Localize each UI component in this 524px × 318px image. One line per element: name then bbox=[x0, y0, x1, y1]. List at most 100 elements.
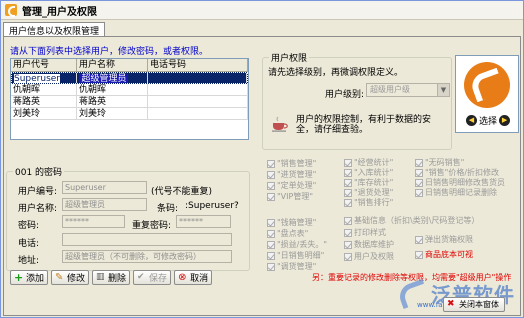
user-code-field[interactable]: Superuser bbox=[62, 181, 147, 194]
table-row[interactable]: 刘美玲 刘美玲 bbox=[11, 108, 248, 120]
checkbox[interactable] bbox=[344, 240, 352, 249]
perm-checkbox[interactable]: "VIP管理" bbox=[267, 191, 313, 202]
tea-cup-icon bbox=[272, 116, 288, 132]
app-icon bbox=[5, 4, 17, 17]
perm-checkbox[interactable]: "销售排行" bbox=[344, 197, 393, 208]
add-button[interactable]: + 添加 bbox=[10, 270, 49, 285]
cell-name: 仇朝晖 bbox=[77, 84, 148, 95]
column-header-name[interactable]: 用户名称 bbox=[77, 59, 148, 71]
password-group-title: 001 的密码 bbox=[13, 165, 65, 178]
checkbox[interactable] bbox=[267, 240, 275, 249]
barcode-value: :Superuser? bbox=[185, 201, 239, 211]
tea-notice: 用户的权限控制，有利于数据的安全，请仔细查验。 bbox=[296, 115, 432, 135]
trash-icon: ▥ bbox=[96, 272, 105, 282]
perm-checkbox[interactable]: "调货管理" bbox=[267, 261, 316, 272]
perm-checkbox[interactable]: "进货管理" bbox=[267, 169, 316, 180]
checkbox[interactable] bbox=[415, 158, 423, 167]
user-code-note: (代号不能重复) bbox=[151, 187, 213, 197]
checkbox[interactable] bbox=[415, 250, 423, 259]
check-icon: ✔ bbox=[137, 272, 145, 282]
checkbox[interactable] bbox=[267, 170, 275, 179]
password-label: 密码: bbox=[18, 221, 40, 231]
cancel-icon: ⊗ bbox=[178, 272, 187, 283]
checkbox[interactable] bbox=[267, 262, 275, 271]
checkbox[interactable] bbox=[344, 168, 352, 177]
avatar-chooser: ◀ 选择 ▶ bbox=[464, 114, 512, 127]
chevron-down-icon[interactable]: ▼ bbox=[437, 84, 449, 96]
user-table[interactable]: 用户代号 用户名称 电话号码 Superuser 超级管理员 仇朝晖 仇朝晖 蒋… bbox=[10, 58, 249, 140]
perm-checkbox[interactable]: "销售管理" bbox=[267, 158, 316, 169]
table-header: 用户代号 用户名称 电话号码 bbox=[11, 59, 248, 72]
cell-name: 超级管理员 bbox=[77, 73, 148, 83]
checkbox[interactable] bbox=[415, 178, 423, 187]
cell-phone bbox=[148, 96, 248, 107]
close-icon: ✖ bbox=[447, 299, 455, 309]
previous-arrow-icon[interactable]: ◀ bbox=[466, 115, 477, 126]
address-field[interactable]: 超级管理员（不可删除，可修改密码） bbox=[62, 250, 232, 263]
checkbox[interactable] bbox=[344, 158, 352, 167]
table-row[interactable]: 仇朝晖 仇朝晖 bbox=[11, 84, 248, 96]
cell-code: 仇朝晖 bbox=[11, 84, 77, 95]
perm-checkbox[interactable]: 基础信息（折扣\类别\尺码登记等） bbox=[344, 215, 479, 226]
checkbox[interactable] bbox=[344, 228, 352, 237]
user-name-label: 用户名称: bbox=[18, 204, 58, 214]
checkbox[interactable] bbox=[267, 218, 275, 227]
column-header-phone[interactable]: 电话号码 bbox=[148, 59, 248, 71]
table-row[interactable]: Superuser 超级管理员 bbox=[11, 72, 248, 84]
perm-checkbox[interactable]: 商品底本可视 bbox=[415, 249, 473, 260]
perm-checkbox[interactable]: 弹出货箱权限 bbox=[415, 234, 473, 245]
user-code-label: 用户编号: bbox=[18, 187, 58, 197]
tab-user-permissions[interactable]: 用户信息以及权限管理 bbox=[3, 22, 106, 37]
checkbox[interactable] bbox=[344, 178, 352, 187]
level-select[interactable]: 超级用户级 ▼ bbox=[366, 83, 450, 97]
delete-button[interactable]: ▥ 删除 bbox=[92, 270, 131, 285]
level-label: 用户级别: bbox=[325, 90, 365, 100]
level-hint: 请先选择级别，再微调权限定义。 bbox=[268, 68, 404, 78]
checkbox[interactable] bbox=[267, 181, 275, 190]
address-label: 地址: bbox=[18, 256, 40, 266]
action-buttons: + 添加 ✎ 修改 ▥ 删除 ✔ 保存 ⊗ 取消 bbox=[10, 270, 215, 285]
checkbox[interactable] bbox=[415, 168, 423, 177]
checkbox[interactable] bbox=[344, 216, 352, 225]
cell-phone bbox=[148, 73, 248, 83]
pencil-icon: ✎ bbox=[55, 272, 64, 283]
perm-checkbox[interactable]: "定单处理" bbox=[267, 180, 316, 191]
perm-checkbox[interactable]: 数据库维护 bbox=[344, 239, 394, 250]
checkbox[interactable] bbox=[267, 251, 275, 260]
cancel-button[interactable]: ⊗ 取消 bbox=[174, 270, 213, 285]
perm-checkbox[interactable]: "日销售明细" bbox=[267, 250, 324, 261]
close-window-button[interactable]: ✖ 关闭本窗体 bbox=[443, 297, 505, 312]
checkbox[interactable] bbox=[344, 198, 352, 207]
next-arrow-icon[interactable]: ▶ bbox=[499, 115, 511, 126]
checkbox[interactable] bbox=[415, 188, 423, 197]
user-name-field[interactable]: 超级管理员 bbox=[62, 198, 147, 211]
perm-checkbox[interactable]: 用户及权限 bbox=[344, 251, 394, 262]
checkbox[interactable] bbox=[267, 229, 275, 238]
cell-code: Superuser bbox=[12, 73, 78, 83]
app-window: 管理_用户及权限 用户信息以及权限管理 请从下面列表中选择用户，修改密码，或者权… bbox=[0, 0, 524, 318]
table-row[interactable]: 蒋路英 蒋路英 bbox=[11, 96, 248, 108]
perm-checkbox[interactable]: "钱箱管理" bbox=[267, 217, 316, 228]
instruction-text: 请从下面列表中选择用户，修改密码，或者权限。 bbox=[10, 47, 209, 57]
cell-name: 蒋路英 bbox=[77, 96, 148, 107]
user-avatar-box: ◀ 选择 ▶ bbox=[455, 55, 519, 133]
window-title: 管理_用户及权限 bbox=[22, 6, 97, 18]
checkbox[interactable] bbox=[267, 192, 275, 201]
cell-code: 蒋路英 bbox=[11, 96, 77, 107]
perm-checkbox[interactable]: "盘点表" bbox=[267, 228, 308, 239]
checkbox[interactable] bbox=[344, 188, 352, 197]
title-bar: 管理_用户及权限 bbox=[1, 1, 523, 20]
checkbox[interactable] bbox=[267, 159, 275, 168]
phone-field[interactable] bbox=[62, 233, 232, 246]
checkbox[interactable] bbox=[415, 235, 423, 244]
repeat-password-field[interactable]: ****** bbox=[176, 215, 231, 228]
edit-button[interactable]: ✎ 修改 bbox=[51, 270, 90, 285]
column-header-code[interactable]: 用户代号 bbox=[11, 59, 77, 71]
perm-checkbox[interactable]: 日销售明细记录删除 bbox=[415, 187, 497, 198]
perm-checkbox[interactable]: "损益/丢失。" bbox=[267, 239, 327, 250]
save-button[interactable]: ✔ 保存 bbox=[133, 270, 172, 285]
cell-name: 刘美玲 bbox=[77, 108, 148, 119]
password-field[interactable]: ****** bbox=[62, 215, 125, 228]
perm-checkbox[interactable]: 打印样式 bbox=[344, 227, 386, 238]
checkbox[interactable] bbox=[344, 252, 352, 261]
